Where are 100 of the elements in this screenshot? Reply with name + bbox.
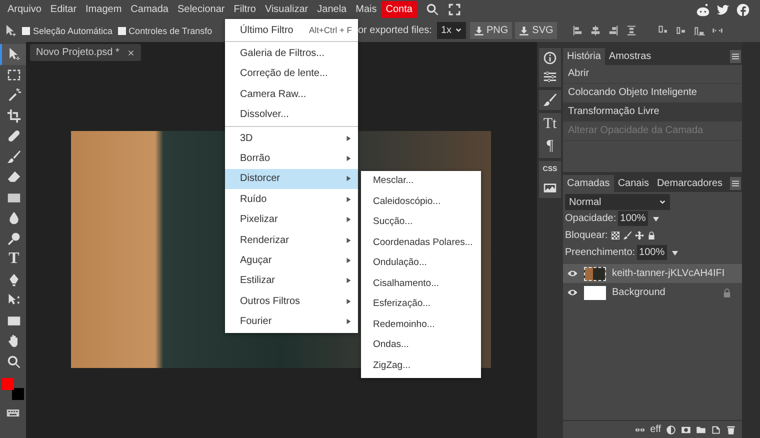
menu-item[interactable]: Janela <box>312 1 352 18</box>
tool-button[interactable] <box>0 44 26 64</box>
distribute-icon[interactable] <box>676 25 688 36</box>
menu-item[interactable]: Arquivo <box>3 1 46 18</box>
menu-item[interactable]: Redemoinho... <box>361 314 481 335</box>
layer-row[interactable]: Background <box>563 283 742 302</box>
layer-row[interactable]: keith-tanner-jKLVcAH4IFI <box>563 264 742 283</box>
menu-item[interactable]: Imagem <box>81 1 126 18</box>
scale-dropdown[interactable]: 1x <box>436 22 466 39</box>
menu-item[interactable]: Ondas... <box>361 335 481 356</box>
menu-item[interactable]: Galeria de Filtros... <box>225 43 358 64</box>
menu-item[interactable]: Camera Raw... <box>225 84 358 105</box>
menu-item[interactable]: Estilizar <box>225 270 358 292</box>
menu-item[interactable]: Fourier <box>225 311 358 332</box>
menu-item[interactable]: Ondulação... <box>361 253 481 274</box>
zoom-icon <box>7 354 21 369</box>
menu-item[interactable]: Distorcer <box>225 168 358 190</box>
menu-item[interactable]: Pixelizar <box>225 210 358 230</box>
move-tool-icon[interactable] <box>4 24 17 37</box>
close-icon[interactable] <box>127 48 136 56</box>
menu-item[interactable]: Coordenadas Polares... <box>361 232 481 253</box>
brush-icon[interactable] <box>622 231 632 240</box>
checkbox[interactable] <box>22 26 30 34</box>
menu-item[interactable]: Dissolver... <box>225 104 358 125</box>
distribute-icon[interactable] <box>694 25 706 36</box>
submenu-arrow-icon <box>345 277 352 284</box>
rectangle-icon <box>7 314 21 328</box>
menu-item[interactable]: Ruído <box>225 189 358 210</box>
menu-item[interactable]: Outros Filtros <box>225 291 358 312</box>
background-color-swatch[interactable] <box>12 388 24 400</box>
checker-icon[interactable] <box>610 231 620 240</box>
align-icon[interactable] <box>626 25 638 36</box>
panel-tab[interactable]: Camadas <box>563 175 614 192</box>
menu-item[interactable]: Borrão <box>225 148 358 169</box>
shortcut-label: Alt+Ctrl + F <box>309 25 352 36</box>
submenu-arrow-icon <box>345 196 352 203</box>
opacity-label: Opacidade: <box>565 213 616 224</box>
menu-item[interactable]: Mais <box>351 1 382 18</box>
align-icon[interactable] <box>608 25 620 36</box>
page-icon[interactable] <box>711 424 721 434</box>
move-icon[interactable] <box>634 231 644 240</box>
menu-icon[interactable] <box>730 177 741 190</box>
menu-icon[interactable] <box>730 50 741 63</box>
panel-tab[interactable]: Canais <box>614 175 653 192</box>
history-item[interactable]: Transformação Livre <box>563 103 742 122</box>
checkbox[interactable] <box>118 26 126 34</box>
panel-toggle[interactable]: Tt <box>543 116 557 133</box>
menu-item[interactable]: Correção de lente... <box>225 64 358 84</box>
menu-item[interactable]: Caleidoscópio... <box>361 192 481 212</box>
panel-tab[interactable]: História <box>563 48 605 65</box>
menu-item[interactable]: Editar <box>46 1 82 18</box>
brush-icon[interactable] <box>543 93 557 107</box>
eye-icon[interactable] <box>567 268 578 279</box>
menu-item[interactable]: Cisalhamento... <box>361 274 481 294</box>
menu-item[interactable]: Visualizar <box>260 1 313 18</box>
menu-item[interactable]: 3D <box>225 128 358 148</box>
menu-item[interactable]: Selecionar <box>172 1 230 18</box>
menu-item[interactable]: Aguçar <box>225 250 358 271</box>
menu-item[interactable]: Camada <box>126 1 173 18</box>
fullscreen-icon[interactable] <box>448 3 461 16</box>
menu-item[interactable]: ZigZag... <box>361 356 481 376</box>
dropdown-arrow-icon[interactable] <box>652 214 660 222</box>
eye-icon[interactable] <box>567 287 578 298</box>
menu-item[interactable]: Conta <box>381 1 417 18</box>
sliders-icon[interactable] <box>543 70 557 84</box>
submenu-arrow-icon <box>345 155 352 162</box>
folder-icon[interactable] <box>696 424 706 434</box>
document-tab[interactable]: Novo Projeto.psd * <box>30 44 142 61</box>
mask-icon[interactable] <box>681 424 691 434</box>
trash-icon[interactable] <box>726 424 736 434</box>
bird-icon[interactable] <box>716 2 730 16</box>
effects-button[interactable]: eff <box>650 424 661 435</box>
lock-icon[interactable] <box>646 231 656 240</box>
blend-mode-dropdown[interactable]: Normal <box>565 194 670 210</box>
menu-item[interactable]: Sucção... <box>361 212 481 232</box>
opacity-field[interactable]: 100% <box>618 211 648 226</box>
panel-tab[interactable]: Demarcadores <box>652 175 727 192</box>
image-icon[interactable] <box>543 181 557 195</box>
export-button[interactable]: SVG <box>515 22 558 39</box>
foreground-color-swatch[interactable] <box>2 378 14 390</box>
align-icon[interactable] <box>590 25 602 36</box>
export-button[interactable]: PNG <box>470 22 512 39</box>
panel-toggle[interactable]: ¶ <box>546 138 554 155</box>
dropdown-arrow-icon[interactable] <box>670 248 679 256</box>
download-icon <box>474 26 484 36</box>
tool-button[interactable]: T <box>0 249 26 270</box>
menu-item[interactable]: Último Filtro Alt+Ctrl + F <box>225 20 358 40</box>
align-icon[interactable] <box>572 25 584 36</box>
adjust-icon[interactable] <box>666 424 676 434</box>
menu-item[interactable]: Mesclar... <box>361 171 481 192</box>
history-item[interactable]: Abrir <box>563 65 742 84</box>
menu-item[interactable]: Esferização... <box>361 294 481 314</box>
info-icon[interactable] <box>543 51 557 65</box>
alien-icon[interactable] <box>696 2 710 16</box>
fill-field[interactable]: 100% <box>637 245 667 260</box>
panel-tab[interactable]: Amostras <box>604 48 656 65</box>
search-icon[interactable] <box>426 3 439 16</box>
circle-f-icon[interactable] <box>736 2 750 16</box>
menu-item[interactable]: Filtro <box>229 1 260 18</box>
menu-item[interactable]: Renderizar <box>225 230 358 250</box>
